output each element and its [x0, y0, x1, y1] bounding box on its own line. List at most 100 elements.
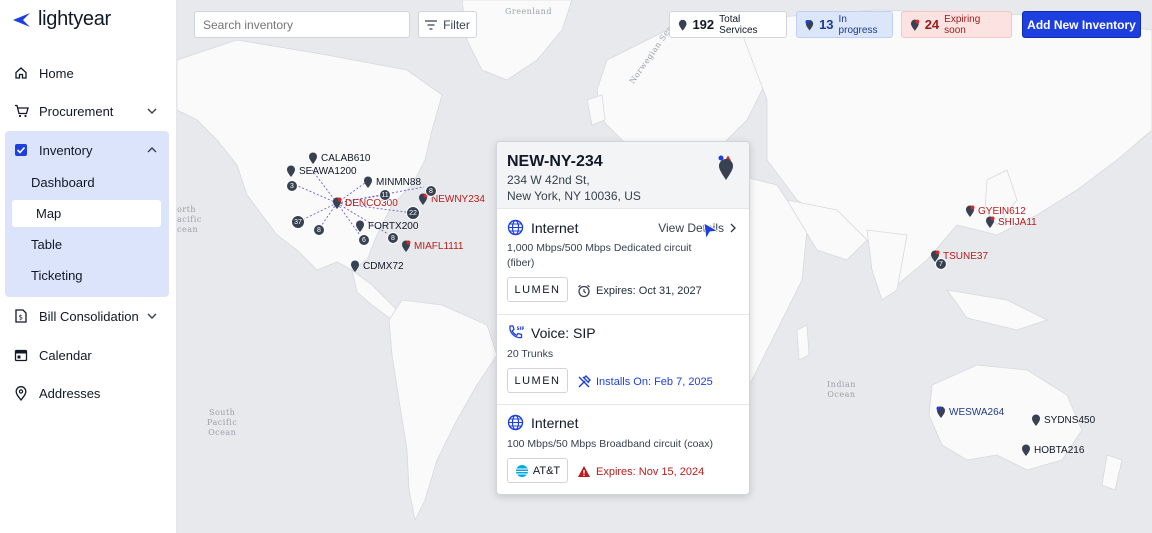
map-pin-icon	[309, 152, 317, 164]
expiring-soon-badge[interactable]: 24 Expiring soon	[901, 11, 1012, 38]
add-new-inventory-button[interactable]: Add New Inventory	[1022, 11, 1141, 38]
map-pin-weswa264[interactable]: WESWA264	[936, 406, 1004, 418]
search-input[interactable]	[194, 11, 410, 38]
sidebar-subitem-dashboard[interactable]: Dashboard	[7, 169, 156, 196]
sidebar-subitem-map[interactable]: Map	[12, 200, 161, 227]
sidebar-item-label: Calendar	[39, 347, 92, 363]
service-pin-icon	[678, 19, 687, 31]
indian-ocean-label: Indian Ocean	[827, 380, 856, 399]
greenland-label: Greenland	[505, 7, 552, 16]
popup-header: NEW-NY-234 234 W 42nd St, New York, NY 1…	[497, 142, 749, 209]
map-pin-miafl1111[interactable]: MIAFL1111	[401, 240, 463, 252]
service-description: 1,000 Mbps/500 Mbps Dedicated circuit (f…	[507, 242, 692, 269]
site-popup: NEW-NY-234 234 W 42nd St, New York, NY 1…	[496, 141, 750, 495]
service-title: Internet	[507, 219, 578, 236]
pin-label: SHIJA11	[998, 216, 1037, 228]
sip-phone-icon: SIP	[509, 325, 524, 339]
map-pin-minmn88[interactable]: MINMN88	[363, 176, 421, 188]
map-pin-icon	[287, 165, 295, 177]
sidebar-item-label: Inventory	[39, 142, 93, 158]
vendor-name: AT&T	[532, 464, 561, 477]
sidebar-item-label: Home	[39, 65, 74, 81]
site-id: NEW-NY-234	[507, 153, 603, 170]
filter-button[interactable]: Filter	[418, 11, 477, 38]
map-pin-hobta216[interactable]: HOBTA216	[1021, 444, 1084, 456]
globe-icon	[507, 219, 524, 236]
calendar-icon	[13, 347, 29, 363]
map-cluster[interactable]: 6	[358, 234, 370, 246]
expiring-pin-icon	[402, 240, 411, 252]
service-install-date: Installs On: Feb 7, 2025	[577, 375, 713, 389]
map-cluster[interactable]: 22	[406, 206, 420, 220]
chevron-up-icon[interactable]	[145, 143, 159, 157]
pin-label: WESWA264	[949, 406, 1005, 418]
filter-icon	[425, 19, 438, 30]
expiring-pin-icon	[986, 216, 995, 228]
map-cluster[interactable]: 8	[425, 185, 437, 197]
service-item[interactable]: Internet 100 Mbps/50 Mbps Broadband circ…	[497, 405, 749, 494]
chevron-down-icon[interactable]	[145, 309, 159, 323]
map-pin-icon	[1022, 444, 1030, 456]
expiring-pin-icon	[910, 19, 920, 31]
map-pin-fortx200[interactable]: FORTX200	[355, 220, 418, 232]
expiring-label: Expiring soon	[944, 13, 981, 36]
chevron-down-icon[interactable]	[145, 104, 159, 118]
logo[interactable]: lightyear	[12, 8, 111, 31]
map-cluster[interactable]: 8	[313, 224, 325, 236]
map-pin-shija11[interactable]: SHIJA11	[985, 216, 1037, 228]
sidebar-item-bill-consolidation[interactable]: $ Bill Consolidation	[5, 301, 169, 331]
sidebar: lightyear Home Procurement Inventory Das…	[0, 0, 177, 533]
service-type: Internet	[531, 219, 579, 236]
filter-label: Filter	[443, 17, 470, 32]
service-expiry: Expires: Nov 15, 2024	[577, 465, 704, 478]
map-pin-sydns450[interactable]: SYDNS450	[1031, 414, 1095, 426]
pin-label: SEAWA1200	[299, 165, 357, 177]
map-pin-calab610[interactable]: CALAB610	[308, 152, 370, 164]
sidebar-subitem-ticketing[interactable]: Ticketing	[7, 262, 156, 289]
expiring-pin-icon	[966, 205, 975, 217]
sidebar-item-calendar[interactable]: Calendar	[5, 340, 169, 370]
map-cluster[interactable]: 8	[387, 232, 399, 244]
pin-label: FORTX200	[368, 220, 419, 232]
view-details-link[interactable]: View Details	[658, 221, 737, 235]
alarm-clock-icon	[578, 284, 590, 298]
pin-label: TSUNE37	[943, 250, 989, 262]
map-pin-seawa1200[interactable]: SEAWA1200	[286, 165, 357, 177]
sidebar-item-addresses[interactable]: Addresses	[5, 378, 169, 408]
vendor-logo-att: AT&T	[507, 458, 568, 483]
in-progress-pin-icon	[805, 19, 814, 30]
map-pin-icon	[356, 220, 364, 232]
service-type: Voice: SIP	[531, 324, 596, 341]
sidebar-item-inventory[interactable]: Inventory	[5, 135, 169, 165]
map-pin-cdmx72[interactable]: CDMX72	[350, 260, 404, 272]
subitem-label: Table	[31, 237, 63, 252]
service-title: Internet	[507, 414, 578, 431]
pin-label: CALAB610	[321, 152, 371, 164]
pin-label: NEWNY234	[431, 193, 485, 205]
progress-count: 13	[819, 17, 834, 32]
total-label: Total Services	[719, 13, 758, 36]
map-cluster[interactable]: 7	[935, 258, 947, 270]
total-services-badge[interactable]: 192 Total Services	[669, 11, 787, 38]
service-type: Internet	[531, 414, 579, 431]
pin-label: HOBTA216	[1034, 444, 1085, 456]
expiry-text: Expires: Nov 15, 2024	[596, 465, 705, 478]
expiry-text: Expires: Oct 31, 2027	[596, 285, 702, 297]
pin-label: MINMN88	[376, 176, 422, 188]
pin-label: MIAFL1111	[414, 240, 464, 252]
att-globe-icon	[515, 464, 528, 477]
map-cluster[interactable]: 37	[291, 215, 305, 229]
address-line2: New York, NY 10036, US	[507, 189, 641, 203]
sidebar-item-procurement[interactable]: Procurement	[5, 96, 169, 126]
service-title: SIP Voice: SIP	[507, 324, 596, 341]
map-cluster[interactable]: 3	[286, 180, 298, 192]
sidebar-subitem-table[interactable]: Table	[7, 231, 156, 258]
map-pin-icon	[351, 260, 359, 272]
expiring-pin-icon	[333, 197, 342, 209]
globe-icon	[507, 414, 524, 431]
service-item[interactable]: SIP Voice: SIP 20 Trunks LUMEN Installs …	[497, 315, 749, 405]
sidebar-item-home[interactable]: Home	[5, 58, 169, 88]
in-progress-badge[interactable]: 13 In progress	[796, 11, 893, 38]
sidebar-item-label: Bill Consolidation	[39, 308, 139, 324]
map-cluster[interactable]: 11	[379, 189, 391, 201]
